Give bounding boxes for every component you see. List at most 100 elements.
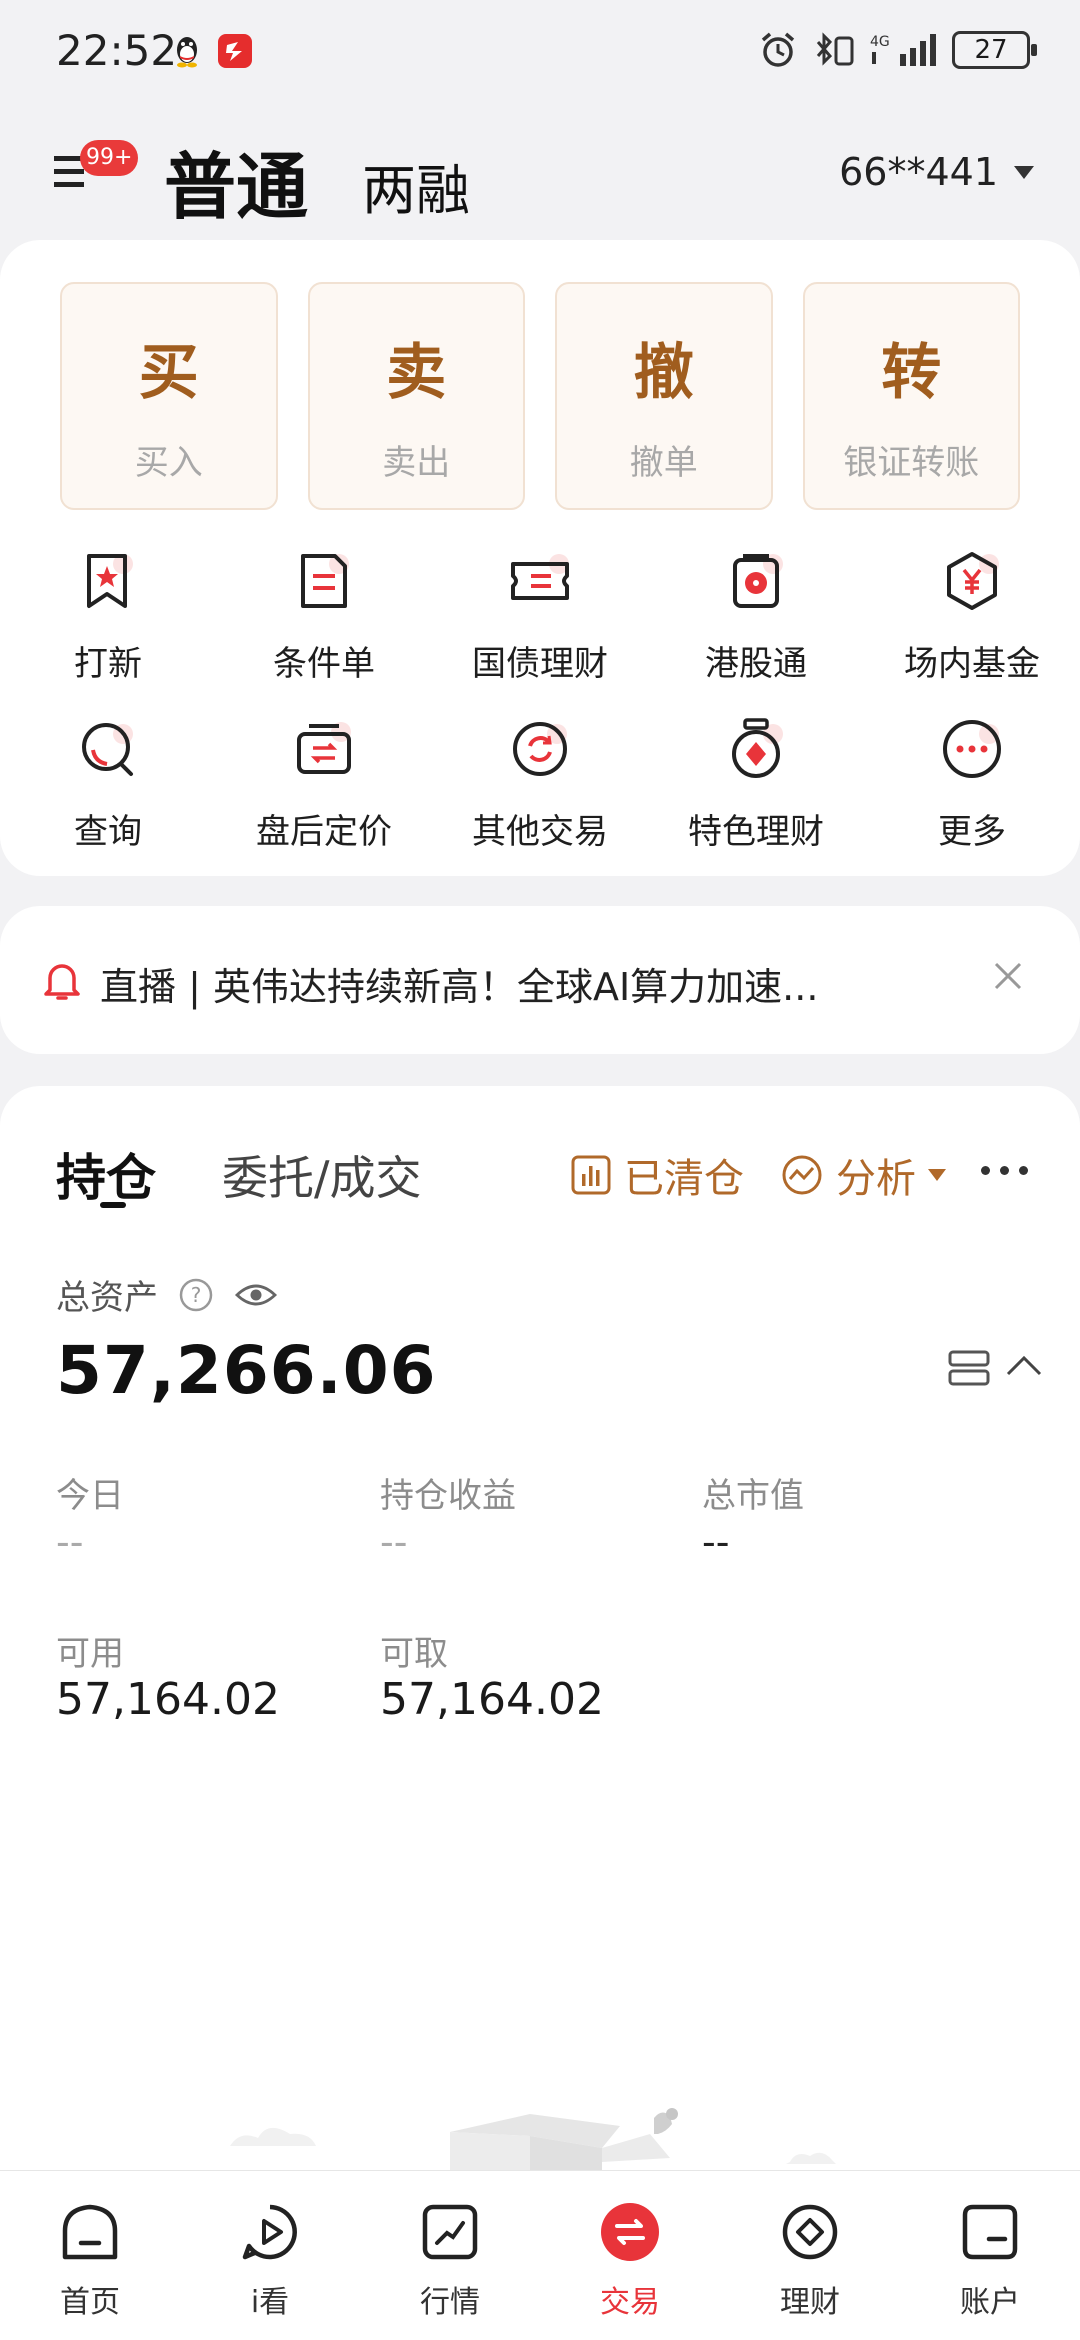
finance-icon [782, 2204, 838, 2260]
more-options-icon[interactable] [981, 1166, 1028, 1175]
refresh-icon [513, 722, 567, 776]
chevron-down-icon [1014, 165, 1034, 179]
cancel-order-button[interactable]: 撤 撤单 [555, 282, 773, 510]
list-view-icon[interactable] [948, 1350, 990, 1386]
nav-market[interactable]: 行情 [360, 2171, 540, 2340]
cleared-label: 已清仓 [624, 1156, 744, 1202]
holding-profit-label: 持仓收益 [380, 1476, 516, 1516]
grid-item-query[interactable]: 查询 [0, 708, 216, 876]
svg-text:4G: 4G [870, 34, 890, 50]
nav-watch[interactable]: i看 [180, 2171, 360, 2340]
chevron-down-icon [928, 1169, 946, 1181]
sell-char: 卖 [386, 338, 447, 408]
market-value-value: -- [702, 1520, 730, 1564]
buy-char: 买 [138, 338, 199, 408]
account-selector[interactable]: 66**441 [839, 150, 1034, 194]
tab-margin[interactable]: 两融 [362, 146, 470, 225]
hk-flower-icon [733, 554, 783, 608]
grid-label-hk-connect: 港股通 [705, 644, 807, 684]
analysis-label: 分析 [836, 1156, 916, 1202]
nav-label-trade: 交易 [600, 2285, 660, 2320]
account-number: 66**441 [839, 150, 998, 194]
total-assets-label: 总资产 [56, 1278, 158, 1318]
grid-label-query: 查询 [74, 812, 142, 852]
chevron-up-icon[interactable] [1004, 1350, 1044, 1380]
sell-button[interactable]: 卖 卖出 [307, 282, 525, 510]
nav-label-market: 行情 [420, 2285, 480, 2320]
tab-indicator [100, 1202, 126, 1208]
nav-trade[interactable]: 交易 [540, 2171, 720, 2340]
grid-item-conditional[interactable]: 条件单 [216, 540, 432, 708]
available-label: 可用 [56, 1634, 124, 1674]
tab-orders[interactable]: 委托/成交 [222, 1142, 422, 1208]
analysis-button[interactable]: 分析 [780, 1146, 946, 1204]
grid-item-bonds[interactable]: 国债理财 [432, 540, 648, 708]
more-icon [943, 720, 1001, 778]
grid-label-ipo: 打新 [74, 644, 142, 684]
today-value: -- [56, 1520, 84, 1564]
nav-finance[interactable]: 理财 [720, 2171, 900, 2340]
bluetooth-icon [816, 32, 854, 66]
nav-label-account: 账户 [960, 2285, 1020, 2320]
header: 99+ 普通 两融 66**441 [0, 120, 1080, 230]
grid-item-ipo[interactable]: 打新 [0, 540, 216, 708]
trade-actions-card: 买 买入 卖 卖出 撤 撤单 转 银证转账 打新 条件单 国债理财 港股通 场内… [0, 240, 1080, 876]
grid-item-hk-connect[interactable]: 港股通 [648, 540, 864, 708]
app-notification-icon [218, 34, 252, 68]
chart-icon [422, 2204, 478, 2260]
nav-label-home: 首页 [60, 2285, 120, 2320]
exchange-icon [297, 722, 351, 774]
bottom-navigation: 首页 i看 行情 交易 理财 账户 [0, 2170, 1080, 2340]
total-assets-value: 57,266.06 [56, 1332, 437, 1409]
grid-label-featured-finance: 特色理财 [688, 812, 824, 852]
news-text: 直播 | 英伟达持续新高！全球AI算力加速... [100, 965, 819, 1009]
market-value-label: 总市值 [702, 1476, 804, 1516]
news-banner[interactable]: 直播 | 英伟达持续新高！全球AI算力加速... [0, 906, 1080, 1054]
grid-label-conditional: 条件单 [273, 644, 375, 684]
account-icon [962, 2204, 1018, 2260]
grid-label-other-trade: 其他交易 [472, 812, 608, 852]
grid-item-other-trade[interactable]: 其他交易 [432, 708, 648, 876]
trend-icon [782, 1155, 822, 1195]
trade-icon [601, 2203, 659, 2261]
total-assets-header: 总资产 ? [56, 1270, 278, 1319]
svg-text:?: ? [191, 1283, 202, 1307]
buy-label: 买入 [134, 443, 203, 483]
withdrawable-label: 可取 [380, 1634, 448, 1674]
grid-label-bonds: 国债理财 [472, 644, 608, 684]
signal-icon: 4G [870, 34, 936, 66]
status-bar: 22:52 4G 27 [0, 0, 1080, 100]
nav-account[interactable]: 账户 [900, 2171, 1080, 2340]
search-icon [82, 723, 133, 776]
function-grid: 打新 条件单 国债理财 港股通 场内基金 查询 盘后定价 其他交易 特色理财 更… [0, 540, 1080, 876]
grid-label-etf: 场内基金 [904, 644, 1040, 684]
tab-holdings[interactable]: 持仓 [56, 1138, 156, 1210]
help-icon[interactable]: ? [178, 1277, 214, 1313]
battery-indicator: 27 [952, 31, 1037, 69]
grid-item-more[interactable]: 更多 [864, 708, 1080, 876]
positions-card: 持仓 委托/成交 已清仓 分析 总资产 ? 57,266.06 今日 -- 持仓… [0, 1086, 1080, 2340]
nav-label-finance: 理财 [780, 2285, 840, 2320]
medal-icon [732, 718, 783, 778]
available-value: 57,164.02 [56, 1674, 280, 1725]
today-label: 今日 [56, 1476, 124, 1516]
cancel-char: 撤 [633, 338, 694, 408]
bank-transfer-button[interactable]: 转 银证转账 [802, 282, 1020, 510]
eye-icon[interactable] [234, 1277, 278, 1313]
grid-item-etf[interactable]: 场内基金 [864, 540, 1080, 708]
notification-badge: 99+ [80, 140, 139, 176]
cancel-label: 撤单 [629, 443, 698, 483]
bookmark-star-icon [87, 554, 133, 608]
alarm-icon [761, 32, 795, 67]
buy-button[interactable]: 买 买入 [60, 282, 278, 510]
grid-label-after-hours: 盘后定价 [256, 812, 392, 852]
cleared-positions-button[interactable]: 已清仓 [570, 1146, 744, 1204]
grid-item-featured-finance[interactable]: 特色理财 [648, 708, 864, 876]
close-icon[interactable] [988, 956, 1028, 996]
grid-item-after-hours[interactable]: 盘后定价 [216, 708, 432, 876]
primary-actions: 买 买入 卖 卖出 撤 撤单 转 银证转账 [60, 282, 1020, 510]
nav-home[interactable]: 首页 [0, 2171, 180, 2340]
tab-ordinary[interactable]: 普通 [164, 128, 308, 233]
grid-label-more: 更多 [938, 812, 1006, 852]
status-time: 22:52 [56, 26, 178, 75]
